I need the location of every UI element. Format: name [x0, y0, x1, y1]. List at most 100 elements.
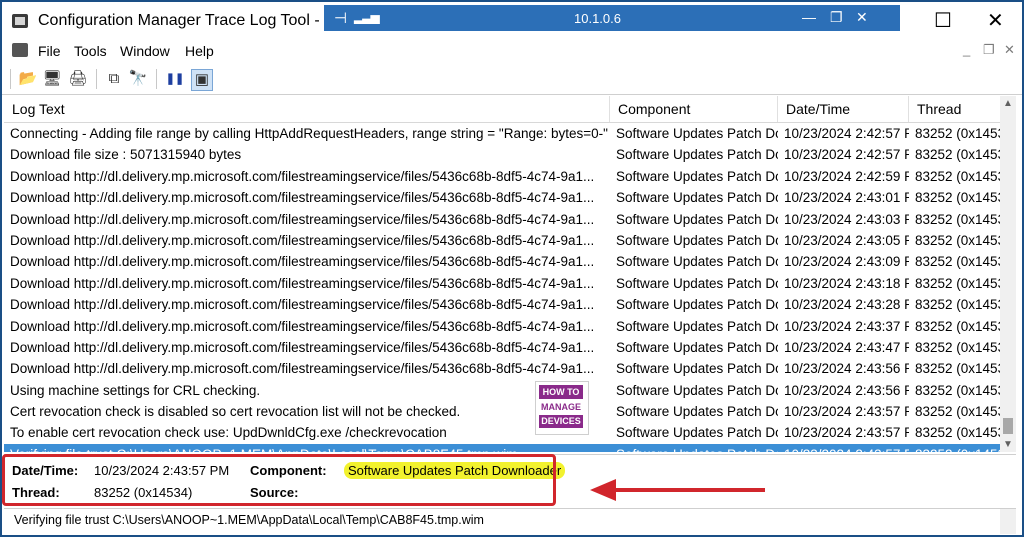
table-row[interactable]: Verifying file trust C:\Users\ANOOP~1.ME… [4, 443, 1000, 452]
menu-bar: File Tools Window Help _ ❐ ✕ [2, 40, 1022, 62]
logo-text-top: HOW TO [539, 385, 583, 399]
thread-cell: 83252 (0x1453 [915, 254, 1000, 270]
print-icon[interactable]: 🖨 [68, 69, 88, 89]
column-header-datetime[interactable]: Date/Time [778, 96, 909, 122]
thread-cell: 83252 (0x1453 [915, 190, 1000, 206]
table-row[interactable]: Download http://dl.delivery.mp.microsoft… [4, 187, 1000, 208]
log-text-cell: Download http://dl.delivery.mp.microsoft… [10, 190, 595, 206]
scroll-thumb[interactable] [1003, 418, 1013, 434]
component-cell: Software Updates Patch Do [616, 254, 778, 270]
component-cell: Software Updates Patch Do [616, 211, 778, 227]
datetime-cell: 10/23/2024 2:43:57 PM [778, 444, 909, 452]
column-header-component[interactable]: Component [610, 96, 778, 122]
menu-help[interactable]: Help [185, 43, 214, 59]
thread-cell: 83252 (0x1453 [915, 232, 1000, 248]
filter-view-icon[interactable]: ▣ [191, 69, 213, 91]
find-icon[interactable]: 🔭 [128, 69, 148, 89]
datetime-cell: 10/23/2024 2:42:57 PM [784, 126, 909, 141]
pin-icon[interactable]: ⊣ [334, 9, 347, 27]
table-row[interactable]: Download http://dl.delivery.mp.microsoft… [4, 358, 1000, 379]
component-cell: Software Updates Patch Do [616, 275, 778, 291]
table-row[interactable]: Download http://dl.delivery.mp.microsoft… [4, 294, 1000, 315]
window-title: Configuration Manager Trace Log Tool - [… [38, 12, 361, 29]
log-text-cell: Download http://dl.delivery.mp.microsoft… [10, 297, 595, 313]
folder-open-icon[interactable]: 📂 [18, 69, 38, 89]
table-row[interactable]: Download http://dl.delivery.mp.microsoft… [4, 230, 1000, 251]
document-icon [12, 43, 28, 57]
pause-icon[interactable]: ❚❚ [165, 69, 185, 89]
table-row[interactable]: Download http://dl.delivery.mp.microsoft… [4, 209, 1000, 230]
thread-cell: 83252 (0x1453 [915, 404, 1000, 420]
thread-cell: 83252 (0x1453 [915, 126, 1000, 141]
scroll-up-icon[interactable]: ▲ [1003, 98, 1013, 109]
table-row[interactable]: Cert revocation check is disabled so cer… [4, 401, 1000, 422]
menu-tools[interactable]: Tools [74, 43, 107, 59]
component-cell: Software Updates Patch Do [616, 361, 778, 377]
annotation-arrow [590, 479, 765, 501]
thread-cell: 83252 (0x1453 [915, 275, 1000, 291]
log-text-cell: Download http://dl.delivery.mp.microsoft… [10, 211, 595, 227]
copy-icon[interactable]: ⧉ [104, 69, 124, 89]
thread-cell: 83252 (0x1453 [915, 318, 1000, 334]
table-row[interactable]: Using machine settings for CRL checking.… [4, 380, 1000, 401]
signal-strength-icon: ▂▃▅ [354, 10, 380, 24]
app-icon [12, 14, 28, 28]
datetime-cell: 10/23/2024 2:43:57 PM [784, 425, 909, 441]
component-cell: Software Updates Patch Do [616, 382, 778, 398]
child-restore-button[interactable]: ❐ [983, 42, 995, 58]
component-cell: Software Updates Patch Do [616, 190, 778, 206]
thread-cell: 83252 (0x1453 [915, 211, 1000, 227]
thread-cell: 83252 (0x1453 [915, 147, 1000, 163]
printer-setup-icon[interactable]: 🖥 [42, 69, 62, 89]
component-cell: Software Updates Patch Do [616, 339, 778, 355]
table-row[interactable]: Download http://dl.delivery.mp.microsoft… [4, 316, 1000, 337]
table-row[interactable]: Connecting - Adding file range by callin… [4, 123, 1000, 144]
table-row[interactable]: Download http://dl.delivery.mp.microsoft… [4, 166, 1000, 187]
scroll-down-icon[interactable]: ▼ [1003, 439, 1013, 450]
log-list[interactable]: Log Text Component Date/Time Thread Conn… [4, 96, 1016, 452]
log-text-cell: Download http://dl.delivery.mp.microsoft… [10, 339, 595, 355]
thread-cell: 83252 (0x1453 [915, 382, 1000, 398]
datetime-cell: 10/23/2024 2:43:01 PM [784, 190, 909, 206]
toolbar: 📂 🖥 🖨 ⧉ 🔭 ❚❚ ▣ [2, 64, 1022, 95]
thread-cell: 83252 (0x1453 [915, 297, 1000, 313]
message-scrollbar[interactable] [1000, 509, 1016, 534]
component-cell: Software Updates Patch Do [610, 444, 778, 452]
remote-restore-button[interactable]: ❐ [830, 9, 843, 26]
column-header-log-text[interactable]: Log Text [4, 96, 610, 122]
thread-cell: 83252 (0x1453 [915, 168, 1000, 184]
menu-window[interactable]: Window [120, 43, 170, 59]
thread-cell: 83252 (0x1453 [915, 425, 1000, 441]
table-row[interactable]: Download http://dl.delivery.mp.microsoft… [4, 337, 1000, 358]
message-text: Verifying file trust C:\Users\ANOOP~1.ME… [14, 513, 484, 527]
table-row[interactable]: To enable cert revocation check use: Upd… [4, 422, 1000, 443]
vertical-scrollbar[interactable]: ▲ ▼ [1000, 96, 1016, 452]
datetime-cell: 10/23/2024 2:43:56 PM [784, 361, 909, 377]
column-header-thread[interactable]: Thread [909, 96, 1000, 122]
log-text-cell: Cert revocation check is disabled so cer… [10, 404, 461, 420]
cmtrace-window: Configuration Manager Trace Log Tool - [… [0, 0, 1024, 537]
log-text-cell: Download http://dl.delivery.mp.microsoft… [10, 318, 595, 334]
table-row[interactable]: Download http://dl.delivery.mp.microsoft… [4, 251, 1000, 272]
how-to-manage-devices-logo: HOW TO MANAGE DEVICES [535, 381, 589, 435]
maximize-button[interactable]: ☐ [934, 8, 952, 33]
message-pane[interactable]: Verifying file trust C:\Users\ANOOP~1.ME… [4, 508, 1016, 534]
remote-minimize-button[interactable]: — [802, 9, 816, 25]
table-row[interactable]: Download http://dl.delivery.mp.microsoft… [4, 273, 1000, 294]
menu-file[interactable]: File [38, 43, 61, 59]
datetime-cell: 10/23/2024 2:43:03 PM [784, 211, 909, 227]
log-text-cell: Connecting - Adding file range by callin… [10, 126, 608, 141]
log-rows: Connecting - Adding file range by callin… [4, 123, 1000, 452]
component-cell: Software Updates Patch Do [616, 425, 778, 441]
list-header: Log Text Component Date/Time Thread [4, 96, 1000, 123]
close-button[interactable]: ✕ [987, 8, 1004, 33]
table-row[interactable]: Download file size : 5071315940 bytes Sof… [4, 144, 1000, 165]
thread-cell: 83252 (0x1453 [915, 339, 1000, 355]
log-text-cell: Download http://dl.delivery.mp.microsoft… [10, 361, 595, 377]
remote-close-button[interactable]: ✕ [856, 9, 868, 26]
child-close-button[interactable]: ✕ [1004, 42, 1015, 58]
child-minimize-button[interactable]: _ [963, 42, 970, 57]
component-cell: Software Updates Patch Do [616, 297, 778, 313]
remote-host-address: 10.1.0.6 [574, 11, 621, 26]
datetime-cell: 10/23/2024 2:43:09 PM [784, 254, 909, 270]
